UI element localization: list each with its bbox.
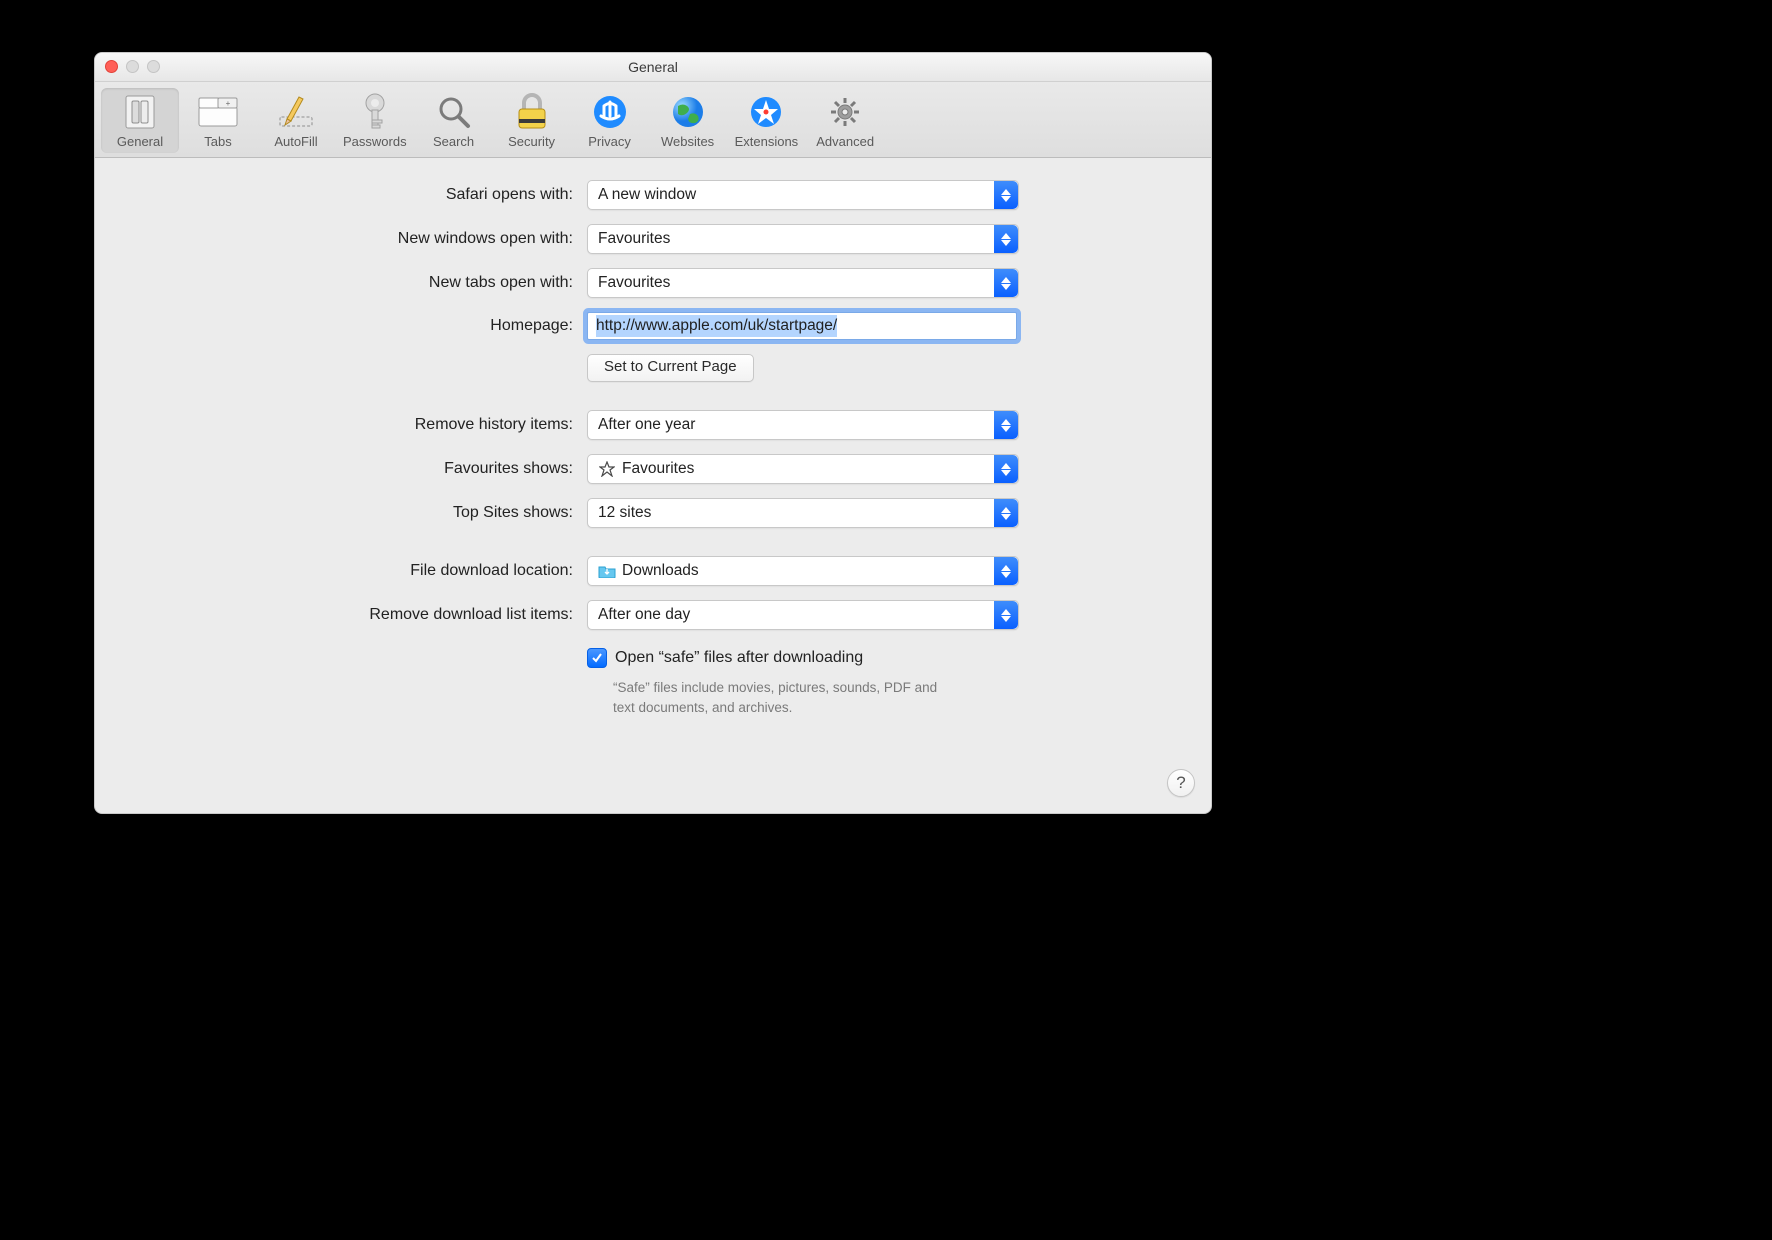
tabs-icon: + [198,92,238,132]
popup-favourites-shows[interactable]: Favourites [587,454,1019,484]
popup-new-tabs-open-with-value: Favourites [588,274,670,292]
extensions-icon [746,92,786,132]
tab-extensions-label: Extensions [735,134,799,149]
chevron-updown-icon [994,411,1018,439]
popup-top-sites-shows-value: 12 sites [588,504,651,522]
popup-file-download-location-value: Downloads [622,562,699,580]
preferences-toolbar: General + Tabs [95,82,1211,158]
window-title: General [628,59,678,75]
preferences-window: General General [94,52,1212,814]
tab-websites[interactable]: Websites [649,88,727,153]
chevron-updown-icon [994,601,1018,629]
popup-new-tabs-open-with[interactable]: Favourites [587,268,1019,298]
websites-icon [668,92,708,132]
popup-remove-download-list-items[interactable]: After one day [587,600,1019,630]
tab-tabs-label: Tabs [204,134,231,149]
search-icon [434,92,474,132]
autofill-icon [276,92,316,132]
checkbox-open-safe-files-label: Open “safe” files after downloading [615,648,863,668]
chevron-updown-icon [994,499,1018,527]
chevron-updown-icon [994,181,1018,209]
chevron-updown-icon [994,269,1018,297]
downloads-folder-icon [598,563,616,579]
button-set-to-current-page[interactable]: Set to Current Page [587,354,754,382]
window-close-button[interactable] [105,60,118,73]
chevron-updown-icon [994,225,1018,253]
popup-favourites-shows-value: Favourites [622,460,694,478]
popup-file-download-location[interactable]: Downloads [587,556,1019,586]
tab-security-label: Security [508,134,555,149]
star-icon [598,461,616,477]
popup-safari-opens-with[interactable]: A new window [587,180,1019,210]
label-safari-opens-with: Safari opens with: [193,186,587,204]
titlebar: General [95,53,1211,82]
tab-autofill-label: AutoFill [274,134,317,149]
tab-security[interactable]: Security [493,88,571,153]
popup-remove-history-items[interactable]: After one year [587,410,1019,440]
tab-passwords[interactable]: Passwords [335,88,415,153]
tab-general-label: General [117,134,163,149]
tab-privacy-label: Privacy [588,134,631,149]
tab-passwords-label: Passwords [343,134,407,149]
popup-new-windows-open-with[interactable]: Favourites [587,224,1019,254]
popup-remove-history-items-value: After one year [588,416,695,434]
input-homepage[interactable]: http://www.apple.com/uk/startpage/ [587,312,1017,340]
svg-text:+: + [226,99,231,108]
passwords-icon [355,92,395,132]
input-homepage-value: http://www.apple.com/uk/startpage/ [596,315,837,337]
tab-tabs[interactable]: + Tabs [179,88,257,153]
general-pane: Safari opens with: A new window New wind… [95,158,1211,771]
chevron-updown-icon [994,455,1018,483]
checkbox-open-safe-files[interactable] [587,648,607,668]
tab-general[interactable]: General [101,88,179,153]
label-top-sites-shows: Top Sites shows: [193,504,587,522]
label-homepage: Homepage: [193,317,587,335]
tab-websites-label: Websites [661,134,714,149]
popup-top-sites-shows[interactable]: 12 sites [587,498,1019,528]
label-favourites-shows: Favourites shows: [193,460,587,478]
popup-remove-download-list-items-value: After one day [588,606,690,624]
window-minimize-button[interactable] [126,60,139,73]
tab-search-label: Search [433,134,474,149]
open-safe-files-help-text: “Safe” files include movies, pictures, s… [613,678,943,717]
label-remove-history-items: Remove history items: [193,416,587,434]
privacy-icon [590,92,630,132]
tab-privacy[interactable]: Privacy [571,88,649,153]
label-new-tabs-open-with: New tabs open with: [193,274,587,292]
chevron-updown-icon [994,557,1018,585]
help-button[interactable]: ? [1167,769,1195,797]
tab-search[interactable]: Search [415,88,493,153]
tab-advanced-label: Advanced [816,134,874,149]
label-remove-download-list-items: Remove download list items: [193,606,587,624]
advanced-icon [825,92,865,132]
popup-new-windows-open-with-value: Favourites [588,230,670,248]
tab-extensions[interactable]: Extensions [727,88,807,153]
general-icon [120,92,160,132]
popup-safari-opens-with-value: A new window [588,186,696,204]
window-zoom-button[interactable] [147,60,160,73]
tab-advanced[interactable]: Advanced [806,88,884,153]
security-icon [512,92,552,132]
label-new-windows-open-with: New windows open with: [193,230,587,248]
tab-autofill[interactable]: AutoFill [257,88,335,153]
label-file-download-location: File download location: [193,562,587,580]
